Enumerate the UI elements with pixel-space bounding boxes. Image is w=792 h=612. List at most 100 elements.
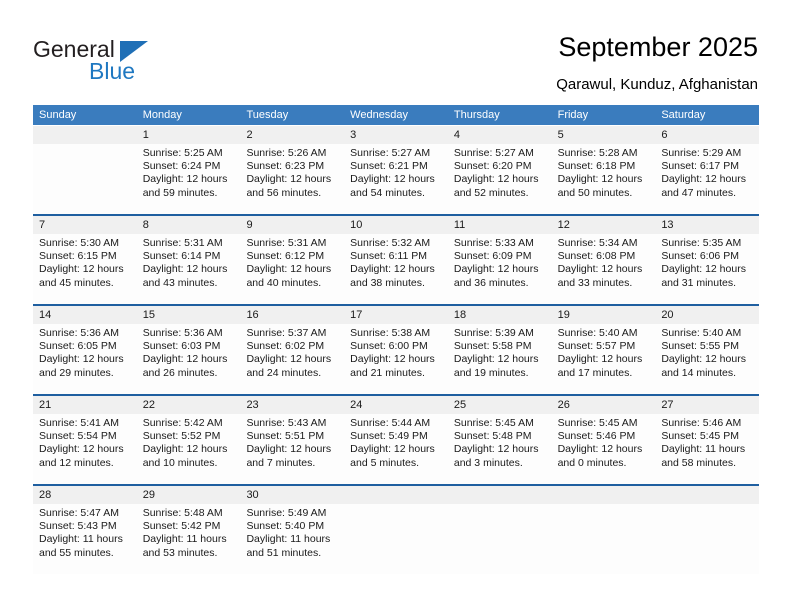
day-number[interactable]: 15	[137, 306, 241, 324]
day-number[interactable]: 8	[137, 216, 241, 234]
daylight-line-1: Daylight: 12 hours	[350, 353, 435, 366]
day-number[interactable]: 9	[240, 216, 344, 234]
sunset-time: Sunset: 6:17 PM	[661, 160, 739, 173]
day-number[interactable]: 4	[448, 126, 552, 144]
sunset-time: Sunset: 5:51 PM	[246, 430, 325, 443]
day-number[interactable]: 2	[240, 126, 344, 144]
sunset-time: Sunset: 5:57 PM	[557, 340, 636, 353]
daylight-line-2: and 47 minutes.	[661, 186, 737, 199]
day-cell[interactable]: Sunrise: 5:46 AM Sunset: 5:45 PM Daylight:…	[655, 414, 759, 484]
day-number[interactable]: 14	[33, 306, 137, 324]
sunset-time: Sunset: 5:55 PM	[661, 340, 739, 353]
day-number[interactable]: 20	[655, 306, 759, 324]
day-number[interactable]: 16	[240, 306, 344, 324]
day-cell[interactable]: Sunrise: 5:43 AM Sunset: 5:51 PM Daylight:…	[240, 414, 344, 484]
sunrise-time: Sunrise: 5:45 AM	[453, 417, 534, 429]
day-number[interactable]: 3	[344, 126, 448, 144]
day-cell[interactable]: Sunrise: 5:29 AM Sunset: 6:17 PM Daylight:…	[655, 144, 759, 214]
day-number[interactable]: 27	[655, 396, 759, 414]
daylight-line-2: and 55 minutes.	[39, 546, 114, 559]
day-number[interactable]: 18	[448, 306, 552, 324]
daylight-line-2: and 59 minutes.	[142, 186, 218, 199]
day-cell[interactable]: Sunrise: 5:44 AM Sunset: 5:49 PM Daylight:…	[344, 414, 448, 484]
daylight-line-2: and 58 minutes.	[661, 456, 737, 469]
day-number[interactable]: 7	[33, 216, 137, 234]
day-cell[interactable]: Sunrise: 5:38 AM Sunset: 6:00 PM Daylight:…	[344, 324, 448, 394]
day-cell[interactable]: Sunrise: 5:27 AM Sunset: 6:20 PM Daylight:…	[448, 144, 552, 214]
day-number[interactable]: 29	[137, 486, 241, 504]
sunrise-time: Sunrise: 5:26 AM	[246, 147, 327, 159]
day-number[interactable]: 6	[655, 126, 759, 144]
day-cell[interactable]: Sunrise: 5:42 AM Sunset: 5:52 PM Daylight:…	[137, 414, 241, 484]
weekday-header-tuesday: Tuesday	[246, 109, 289, 121]
day-number[interactable]: 12	[552, 216, 656, 234]
sunset-time: Sunset: 5:58 PM	[453, 340, 532, 353]
day-cell[interactable]: Sunrise: 5:49 AM Sunset: 5:40 PM Daylight:…	[240, 504, 344, 574]
daylight-line-2: and 53 minutes.	[142, 546, 218, 559]
day-number-row: 7 8 9 10 11 12 13	[33, 216, 759, 234]
day-cell[interactable]: Sunrise: 5:45 AM Sunset: 5:48 PM Daylight:…	[448, 414, 552, 484]
sunset-time: Sunset: 6:06 PM	[661, 250, 739, 263]
day-cell[interactable]: Sunrise: 5:36 AM Sunset: 6:05 PM Daylight:…	[33, 324, 137, 394]
calendar-page: General Blue September 2025 Qarawul, Kun…	[0, 0, 792, 612]
day-cell[interactable]: Sunrise: 5:48 AM Sunset: 5:42 PM Daylight:…	[137, 504, 241, 574]
page-subtitle: Qarawul, Kunduz, Afghanistan	[556, 76, 758, 93]
sunset-time: Sunset: 6:02 PM	[246, 340, 325, 353]
sunrise-time: Sunrise: 5:47 AM	[39, 507, 119, 519]
day-number[interactable]: 24	[344, 396, 448, 414]
daylight-line-2: and 38 minutes.	[350, 276, 425, 289]
day-number[interactable]: 19	[552, 306, 656, 324]
generalblue-logo[interactable]: General Blue	[33, 36, 213, 88]
day-cell[interactable]: Sunrise: 5:39 AM Sunset: 5:58 PM Daylight:…	[448, 324, 552, 394]
day-cell[interactable]: Sunrise: 5:30 AM Sunset: 6:15 PM Daylight:…	[33, 234, 137, 304]
day-number[interactable]: 22	[137, 396, 241, 414]
day-number[interactable]: 21	[33, 396, 137, 414]
sunrise-time: Sunrise: 5:44 AM	[350, 417, 431, 429]
day-detail-row: Sunrise: 5:25 AM Sunset: 6:24 PM Daylight:…	[33, 144, 759, 214]
day-cell[interactable]: Sunrise: 5:45 AM Sunset: 5:46 PM Daylight:…	[552, 414, 656, 484]
sunset-time: Sunset: 6:05 PM	[39, 340, 117, 353]
sunrise-time: Sunrise: 5:29 AM	[661, 147, 742, 159]
day-number[interactable]: 23	[240, 396, 344, 414]
day-cell[interactable]: Sunrise: 5:26 AM Sunset: 6:23 PM Daylight:…	[240, 144, 344, 214]
daylight-line-2: and 43 minutes.	[142, 276, 218, 289]
day-cell-empty	[655, 504, 759, 574]
day-number[interactable]: 17	[344, 306, 448, 324]
sunrise-time: Sunrise: 5:43 AM	[246, 417, 327, 429]
day-number[interactable]: 10	[344, 216, 448, 234]
daylight-line-2: and 12 minutes.	[39, 456, 114, 469]
day-number[interactable]: 28	[33, 486, 137, 504]
day-cell[interactable]: Sunrise: 5:36 AM Sunset: 6:03 PM Daylight:…	[137, 324, 241, 394]
weekday-header-sunday: Sunday	[39, 109, 77, 121]
day-cell[interactable]: Sunrise: 5:33 AM Sunset: 6:09 PM Daylight:…	[448, 234, 552, 304]
day-cell[interactable]: Sunrise: 5:31 AM Sunset: 6:14 PM Daylight:…	[137, 234, 241, 304]
day-cell[interactable]: Sunrise: 5:41 AM Sunset: 5:54 PM Daylight:…	[33, 414, 137, 484]
day-number[interactable]: 25	[448, 396, 552, 414]
day-number[interactable]: 26	[552, 396, 656, 414]
sunrise-time: Sunrise: 5:38 AM	[350, 327, 431, 339]
day-cell[interactable]: Sunrise: 5:37 AM Sunset: 6:02 PM Daylight:…	[240, 324, 344, 394]
day-cell[interactable]: Sunrise: 5:40 AM Sunset: 5:57 PM Daylight:…	[552, 324, 656, 394]
day-cell[interactable]: Sunrise: 5:32 AM Sunset: 6:11 PM Daylight:…	[344, 234, 448, 304]
daylight-line-2: and 45 minutes.	[39, 276, 114, 289]
day-number[interactable]: 30	[240, 486, 344, 504]
day-number[interactable]: 1	[137, 126, 241, 144]
day-cell[interactable]: Sunrise: 5:27 AM Sunset: 6:21 PM Daylight:…	[344, 144, 448, 214]
day-cell[interactable]: Sunrise: 5:28 AM Sunset: 6:18 PM Daylight:…	[552, 144, 656, 214]
weekday-header-wednesday: Wednesday	[350, 109, 409, 121]
day-number-empty	[448, 486, 552, 504]
day-cell[interactable]: Sunrise: 5:25 AM Sunset: 6:24 PM Daylight:…	[137, 144, 241, 214]
daylight-line-1: Daylight: 12 hours	[350, 263, 435, 276]
daylight-line-2: and 0 minutes.	[557, 456, 627, 469]
day-number[interactable]: 13	[655, 216, 759, 234]
day-cell[interactable]: Sunrise: 5:35 AM Sunset: 6:06 PM Daylight:…	[655, 234, 759, 304]
day-cell[interactable]: Sunrise: 5:47 AM Sunset: 5:43 PM Daylight:…	[33, 504, 137, 574]
day-number[interactable]: 11	[448, 216, 552, 234]
day-number[interactable]: 5	[552, 126, 656, 144]
day-number-row: 123456	[33, 126, 759, 144]
day-cell[interactable]: Sunrise: 5:34 AM Sunset: 6:08 PM Daylight:…	[552, 234, 656, 304]
day-cell[interactable]: Sunrise: 5:40 AM Sunset: 5:55 PM Daylight:…	[655, 324, 759, 394]
daylight-line-2: and 14 minutes.	[661, 366, 737, 379]
day-cell[interactable]: Sunrise: 5:31 AM Sunset: 6:12 PM Daylight:…	[240, 234, 344, 304]
weekday-header-thursday: Thursday	[453, 109, 500, 121]
